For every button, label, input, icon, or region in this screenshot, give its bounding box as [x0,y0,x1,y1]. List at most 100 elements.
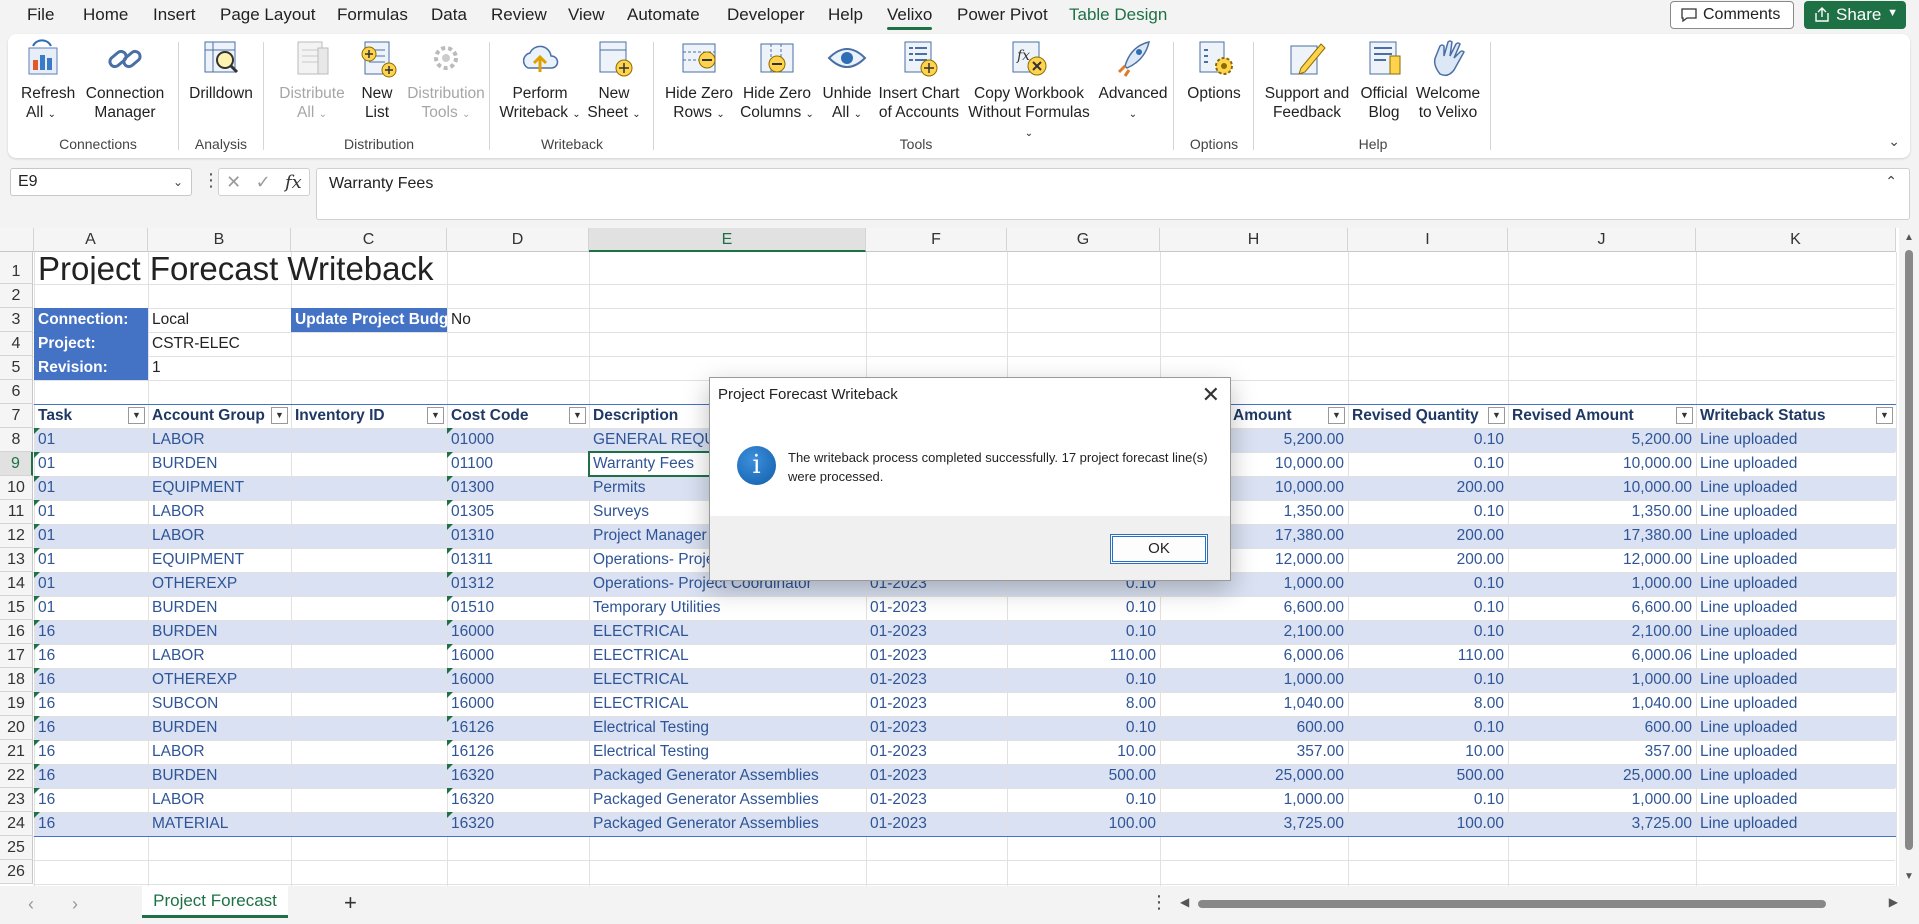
table-cell[interactable]: Electrical Testing [589,716,866,740]
table-cell[interactable]: 500.00 [1348,764,1508,788]
row-header[interactable]: 6 [0,380,33,404]
table-cell[interactable]: 1,000.00 [1508,788,1696,812]
table-cell[interactable]: 16000 [447,644,589,668]
column-header[interactable]: A [34,228,148,252]
table-cell[interactable]: Line uploaded [1696,740,1896,764]
table-cell[interactable]: 1,000.00 [1160,788,1348,812]
row-header[interactable]: 24 [0,812,33,836]
table-cell[interactable]: 01 [34,572,148,596]
table-cell[interactable] [291,716,447,740]
table-cell[interactable]: LABOR [148,500,291,524]
table-cell[interactable] [291,428,447,452]
table-cell[interactable]: 01 [34,596,148,620]
row-header[interactable]: 14 [0,572,33,596]
table-cell[interactable]: 357.00 [1160,740,1348,764]
param-label[interactable]: Connection: [34,308,148,332]
name-box[interactable]: E9 ⌄ [10,168,192,196]
column-header[interactable]: C [291,228,447,252]
table-cell[interactable]: 16000 [447,692,589,716]
column-header[interactable]: G [1007,228,1160,252]
table-cell[interactable]: 1,040.00 [1508,692,1696,716]
column-header[interactable]: I [1348,228,1508,252]
advanced-button[interactable]: Advanced ⌄ [1096,38,1170,124]
perform-writeback-button[interactable]: Perform Writeback ⌄ [498,38,582,124]
table-header-cell[interactable]: Account Group [148,404,291,428]
table-cell[interactable]: 6,600.00 [1160,596,1348,620]
tab-velixo[interactable]: Velixo [887,5,933,30]
table-cell[interactable]: 0.10 [1348,788,1508,812]
hide-zero-rows-button[interactable]: Hide Zero Rows ⌄ [662,38,736,124]
table-cell[interactable]: 16 [34,716,148,740]
table-cell[interactable] [291,452,447,476]
row-header[interactable]: 17 [0,644,33,668]
table-cell[interactable]: 01312 [447,572,589,596]
table-cell[interactable]: Packaged Generator Assemblies [589,788,866,812]
table-cell[interactable]: Line uploaded [1696,620,1896,644]
table-cell[interactable]: 12,000.00 [1508,548,1696,572]
table-cell[interactable]: OTHEREXP [148,572,291,596]
tab-file[interactable]: File [27,5,54,25]
column-header[interactable]: F [866,228,1007,252]
table-cell[interactable]: 3,725.00 [1508,812,1696,836]
table-cell[interactable]: BURDEN [148,716,291,740]
table-cell[interactable]: LABOR [148,524,291,548]
table-cell[interactable]: Packaged Generator Assemblies [589,812,866,836]
column-header[interactable]: K [1696,228,1896,252]
table-cell[interactable]: LABOR [148,428,291,452]
distribution-tools-button[interactable]: Distribution Tools ⌄ [404,38,488,124]
table-cell[interactable]: 16 [34,620,148,644]
tab-power-pivot[interactable]: Power Pivot [957,5,1048,25]
table-cell[interactable]: 0.10 [1007,716,1160,740]
param-label[interactable]: Revision: [34,356,148,380]
table-cell[interactable]: 01-2023 [866,668,1007,692]
param-value[interactable]: Local [148,308,291,332]
table-header-cell[interactable]: Revised Quantity [1348,404,1508,428]
scroll-thumb[interactable] [1905,250,1913,850]
table-cell[interactable] [291,548,447,572]
more-options-icon[interactable]: ⋮ [1150,892,1168,913]
vertical-scrollbar[interactable]: ▲ ▼ [1899,228,1919,886]
close-icon[interactable]: ✕ [1202,382,1220,408]
table-cell[interactable]: 01305 [447,500,589,524]
row-header[interactable]: 9 [0,452,33,476]
row-header[interactable]: 10 [0,476,33,500]
row-header[interactable]: 20 [0,716,33,740]
table-cell[interactable]: MATERIAL [148,812,291,836]
table-cell[interactable]: 01100 [447,452,589,476]
table-cell[interactable]: 1,000.00 [1508,668,1696,692]
connection-manager-button[interactable]: Connection Manager [80,38,170,122]
table-cell[interactable]: 10,000.00 [1508,452,1696,476]
table-cell[interactable]: BURDEN [148,764,291,788]
table-cell[interactable]: Line uploaded [1696,572,1896,596]
table-cell[interactable]: Line uploaded [1696,812,1896,836]
table-cell[interactable]: OTHEREXP [148,668,291,692]
table-cell[interactable]: 01000 [447,428,589,452]
table-cell[interactable] [291,524,447,548]
table-cell[interactable]: 16320 [447,812,589,836]
table-cell[interactable]: Line uploaded [1696,668,1896,692]
table-cell[interactable]: Line uploaded [1696,644,1896,668]
filter-dropdown-icon[interactable]: ▼ [128,407,145,424]
table-cell[interactable] [291,476,447,500]
table-cell[interactable]: 01 [34,524,148,548]
formula-input[interactable]: Warranty Fees ⌃ [316,168,1910,220]
row-header[interactable]: 11 [0,500,33,524]
row-header[interactable]: 3 [0,308,33,332]
table-cell[interactable]: 0.10 [1348,620,1508,644]
tab-insert[interactable]: Insert [153,5,196,25]
table-cell[interactable]: 01510 [447,596,589,620]
table-cell[interactable]: LABOR [148,788,291,812]
table-cell[interactable]: 17,380.00 [1508,524,1696,548]
row-header[interactable]: 7 [0,404,33,428]
table-header-cell[interactable]: Writeback Status [1696,404,1896,428]
share-button[interactable]: Share ▼ [1804,1,1906,29]
table-cell[interactable]: EQUIPMENT [148,548,291,572]
table-cell[interactable]: 16 [34,764,148,788]
table-cell[interactable]: 25,000.00 [1160,764,1348,788]
table-cell[interactable]: 16 [34,812,148,836]
table-cell[interactable]: 3,725.00 [1160,812,1348,836]
table-cell[interactable]: ELECTRICAL [589,644,866,668]
table-cell[interactable]: 16 [34,668,148,692]
row-header[interactable]: 2 [0,284,33,308]
tab-data[interactable]: Data [431,5,467,25]
